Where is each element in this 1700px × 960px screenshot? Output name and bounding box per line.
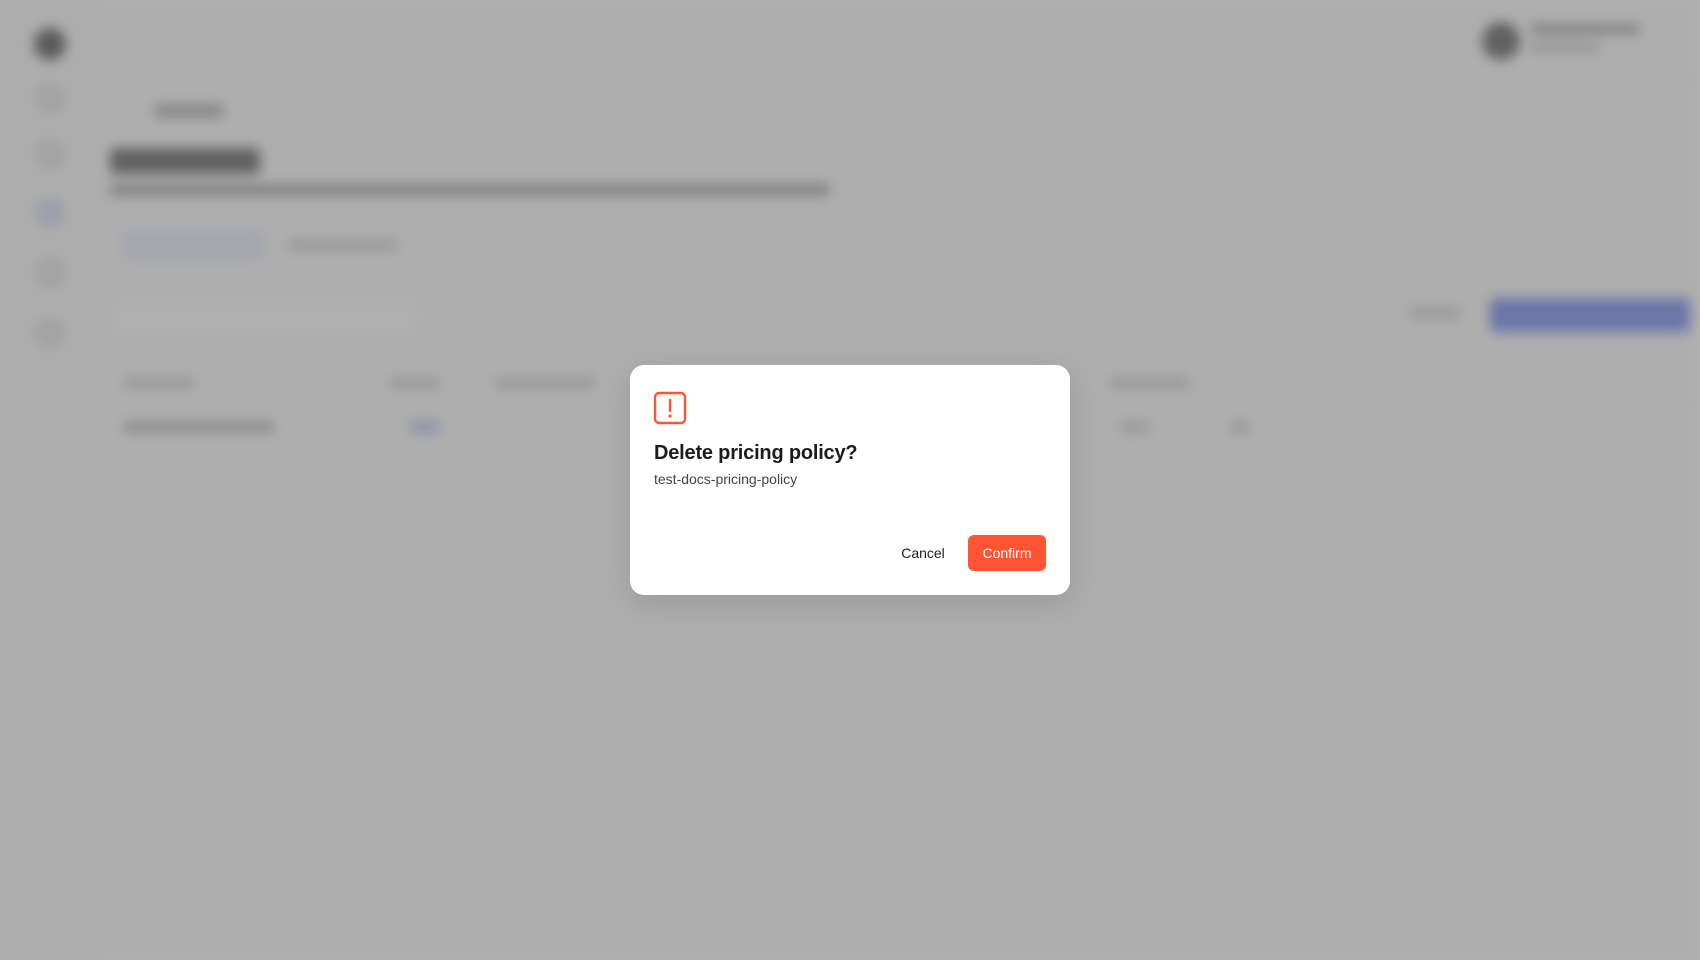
cancel-button[interactable]: Cancel: [892, 535, 954, 571]
dialog-title: Delete pricing policy?: [654, 442, 858, 464]
dialog-subtitle: test-docs-pricing-policy: [654, 471, 798, 487]
delete-confirm-dialog: Delete pricing policy? test-docs-pricing…: [630, 365, 1070, 595]
alert-square-icon: [653, 391, 687, 425]
confirm-button[interactable]: Confirm: [968, 535, 1046, 571]
